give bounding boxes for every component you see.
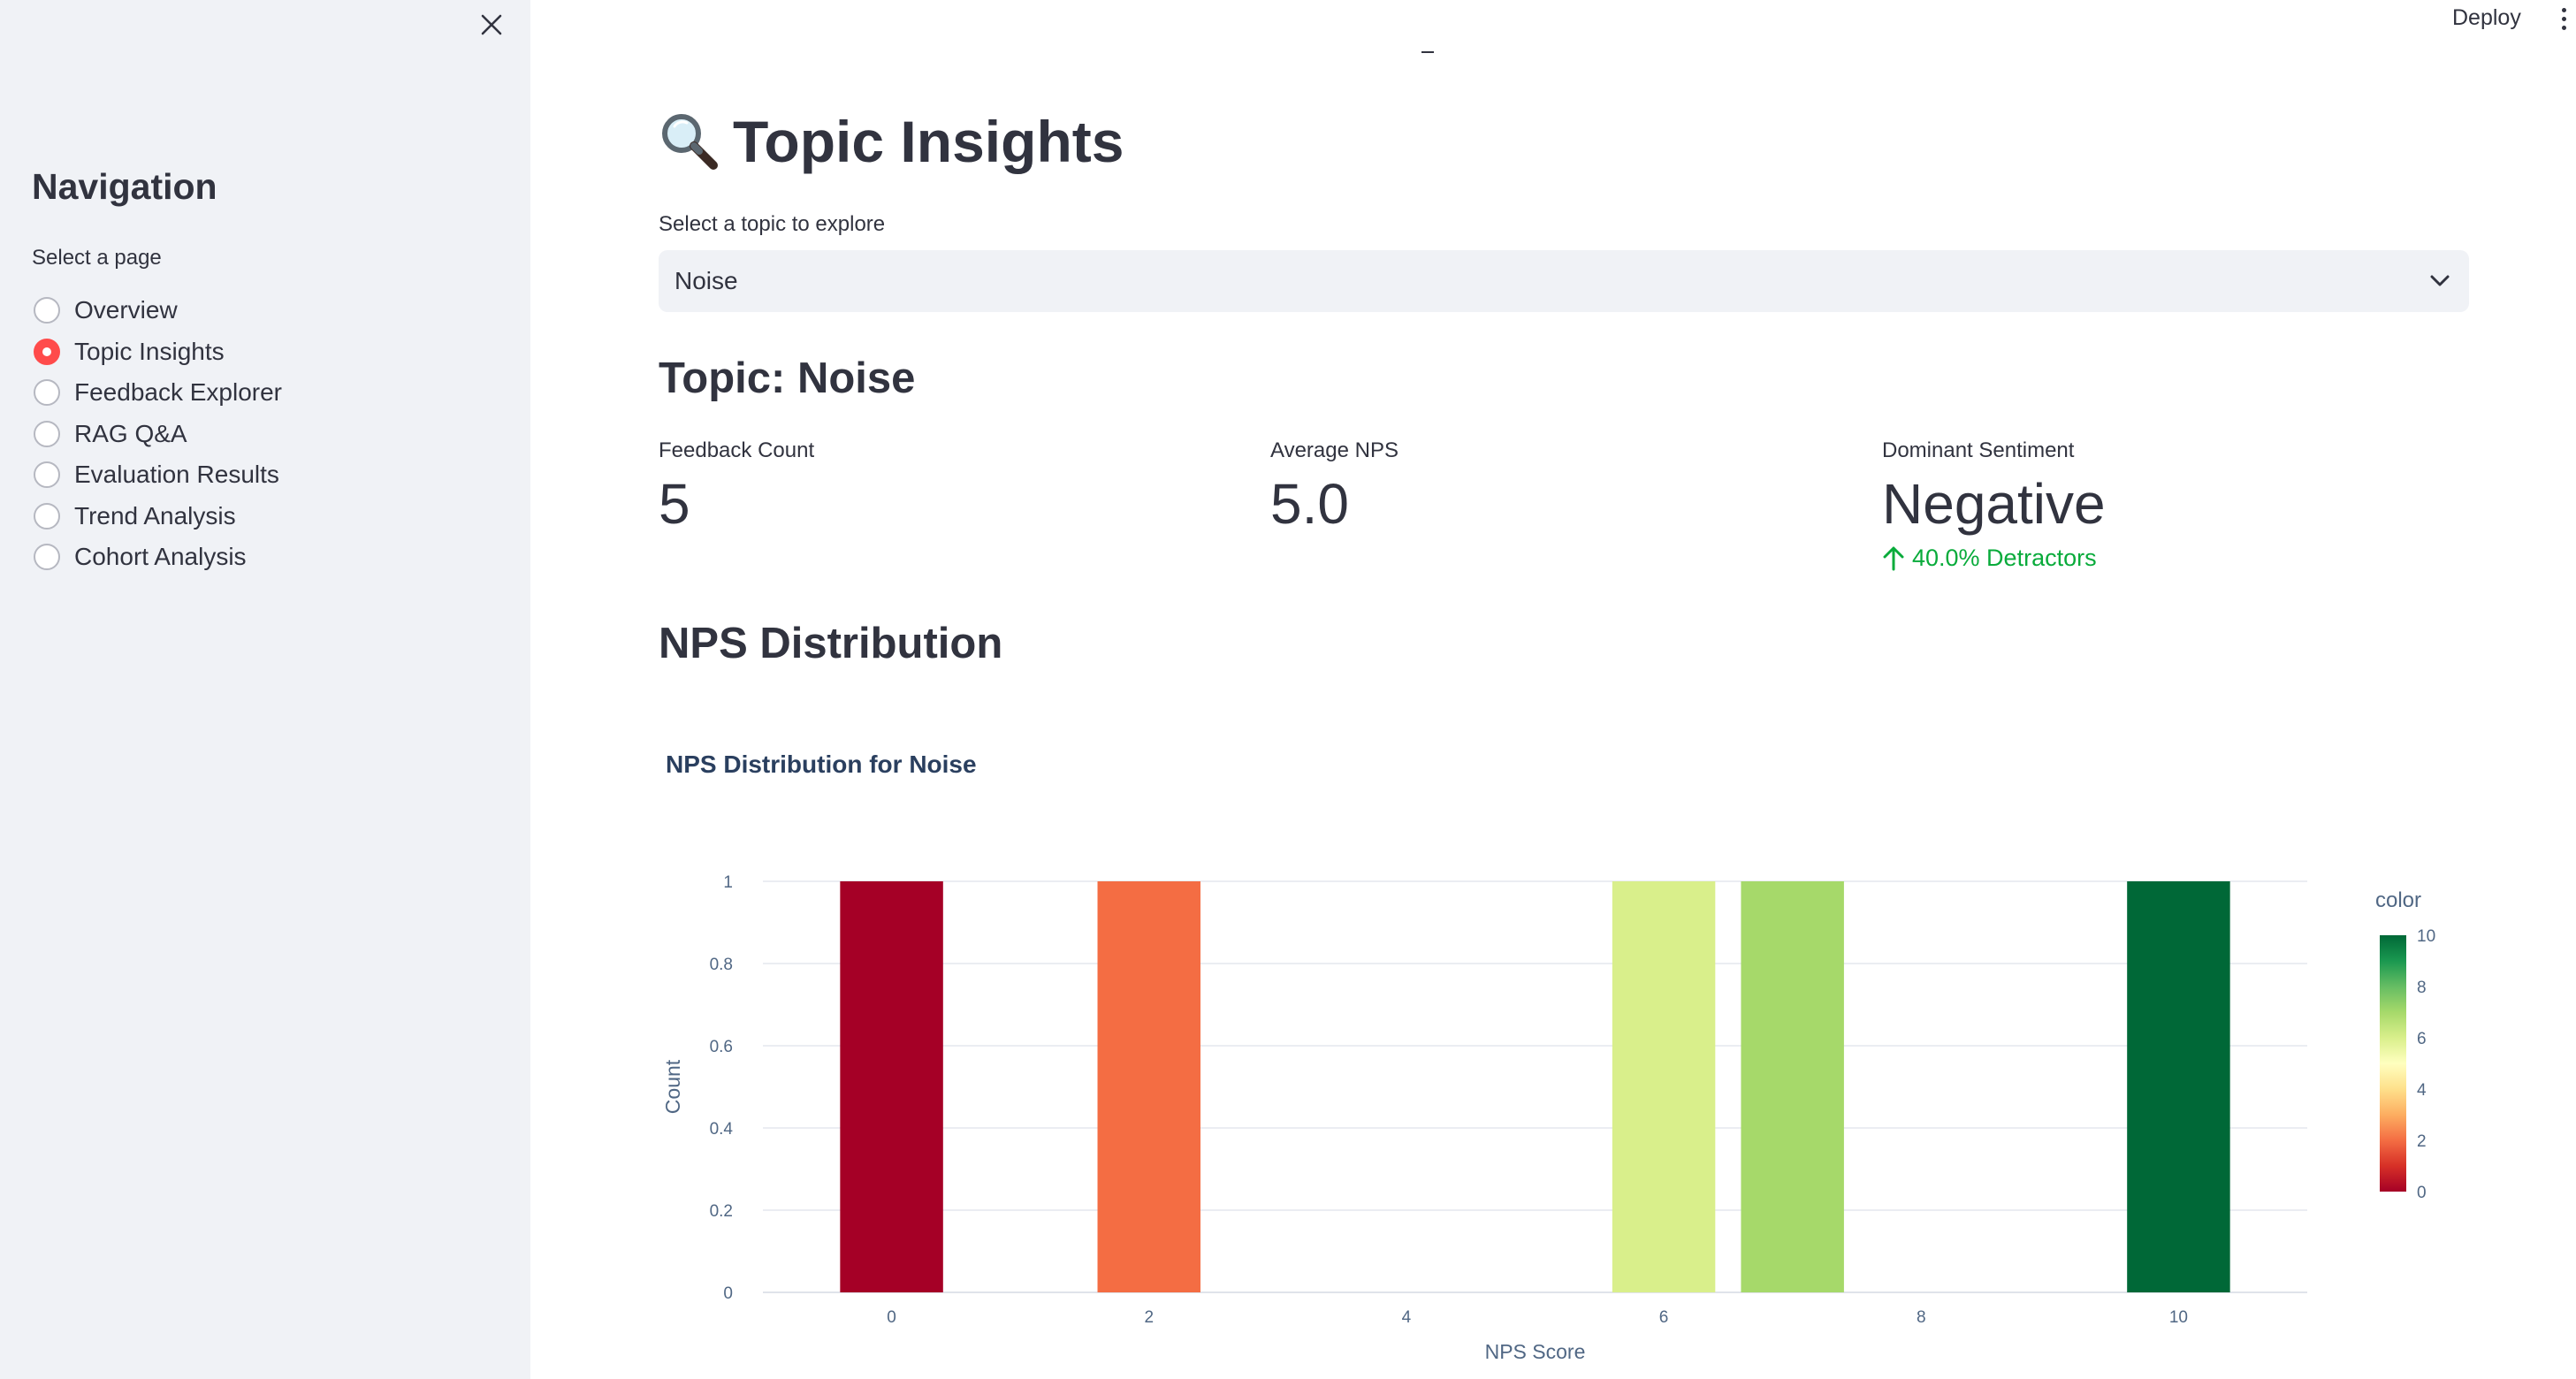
colorbar-title: color bbox=[2375, 888, 2421, 912]
y-tick-label: 0.2 bbox=[710, 1202, 733, 1221]
deploy-button[interactable]: Deploy bbox=[2447, 4, 2526, 33]
y-tick-label: 0.6 bbox=[710, 1038, 733, 1056]
nps-distribution-chart[interactable]: NPS Distribution for Noise 0 0.2 0.4 0.6 0.8 1… bbox=[659, 743, 2471, 1379]
topic-select-value: Noise bbox=[674, 267, 738, 294]
x-axis-label: NPS Score bbox=[1485, 1340, 1586, 1363]
chart-svg: NPS Distribution for Noise 0 0.2 0.4 0.6 0.8 1… bbox=[661, 750, 2435, 1363]
nav-radio-label: Trend Analysis bbox=[74, 501, 236, 530]
nav-radio-item[interactable]: Trend Analysis bbox=[34, 496, 282, 537]
colorbar-tick-label: 8 bbox=[2417, 979, 2427, 997]
bar-nps-7 bbox=[1741, 881, 1844, 1292]
nav-radio-item[interactable]: Cohort Analysis bbox=[34, 537, 282, 578]
colorbar-tick-label: 2 bbox=[2417, 1132, 2427, 1151]
y-tick-label: 0.8 bbox=[710, 956, 733, 974]
radio-unchecked-icon[interactable] bbox=[34, 502, 60, 530]
topic-heading: Topic: Noise bbox=[659, 354, 916, 402]
nav-radio-label: Topic Insights bbox=[74, 337, 225, 365]
colorbar-tick-label: 0 bbox=[2417, 1184, 2427, 1202]
bar-nps-10 bbox=[2127, 881, 2230, 1292]
metric-label: Average NPS bbox=[1270, 438, 1399, 462]
topic-select[interactable]: Noise bbox=[659, 250, 2469, 312]
x-tick-label: 6 bbox=[1659, 1308, 1669, 1327]
x-tick-label: 4 bbox=[1402, 1308, 1412, 1327]
nav-radio-label: Cohort Analysis bbox=[74, 543, 247, 571]
nav-radio-label: Overview bbox=[74, 296, 178, 324]
metric-value: 5 bbox=[659, 472, 690, 536]
nav-radio-item[interactable]: Feedback Explorer bbox=[34, 372, 282, 414]
sidebar-title: Navigation bbox=[32, 166, 217, 207]
metric-delta: 40.0% Detractors bbox=[1882, 545, 2106, 572]
metric-dominant-sentiment: Dominant Sentiment Negative 40.0% Detrac… bbox=[1882, 438, 2106, 572]
radio-unchecked-icon[interactable] bbox=[34, 420, 60, 447]
chevron-down-icon bbox=[2427, 268, 2453, 294]
main-menu-button[interactable] bbox=[2557, 5, 2571, 32]
page-title: Topic Insights bbox=[659, 108, 1124, 175]
y-tick-label: 0 bbox=[723, 1284, 733, 1303]
close-icon bbox=[481, 14, 502, 35]
metric-average-nps: Average NPS 5.0 bbox=[1270, 438, 1399, 532]
radio-unchecked-icon[interactable] bbox=[34, 297, 60, 324]
page-radio-group: Overview Topic Insights Feedback Explorer R… bbox=[34, 290, 282, 578]
top-dash-marker bbox=[1421, 51, 1434, 53]
magnifying-glass-icon bbox=[659, 110, 720, 172]
nav-radio-item[interactable]: Evaluation Results bbox=[34, 454, 282, 496]
page-title-text: Topic Insights bbox=[733, 109, 1124, 174]
y-axis-label: Count bbox=[661, 1059, 684, 1114]
colorbar bbox=[2380, 935, 2406, 1192]
sidebar: Navigation Select a page Overview Topic I… bbox=[0, 0, 530, 1379]
x-tick-label: 10 bbox=[2169, 1308, 2188, 1327]
nav-radio-label: Evaluation Results bbox=[74, 461, 279, 489]
metric-value: 5.0 bbox=[1270, 472, 1349, 536]
topic-select-label: Select a topic to explore bbox=[659, 212, 886, 236]
more-vertical-icon bbox=[2561, 7, 2566, 12]
x-tick-label: 0 bbox=[887, 1308, 896, 1327]
section-heading: NPS Distribution bbox=[659, 620, 1003, 667]
nav-radio-label: RAG Q&A bbox=[74, 419, 187, 447]
more-vertical-icon-dot bbox=[2561, 16, 2566, 21]
close-sidebar-button[interactable] bbox=[472, 5, 511, 44]
colorbar-tick-label: 10 bbox=[2417, 927, 2435, 946]
colorbar-tick-label: 4 bbox=[2417, 1081, 2427, 1100]
metric-label: Feedback Count bbox=[659, 438, 815, 462]
bar-nps-2 bbox=[1097, 881, 1200, 1292]
radio-unchecked-icon[interactable] bbox=[34, 461, 60, 489]
nav-radio-item[interactable]: Overview bbox=[34, 290, 282, 331]
arrow-up-icon bbox=[1883, 546, 1904, 570]
x-tick-label: 2 bbox=[1144, 1308, 1154, 1327]
nav-radio-item[interactable]: RAG Q&A bbox=[34, 414, 282, 455]
chart-title: NPS Distribution for Noise bbox=[666, 750, 977, 778]
bar-nps-0 bbox=[840, 881, 943, 1292]
x-tick-label: 8 bbox=[1917, 1308, 1926, 1327]
nav-radio-item[interactable]: Topic Insights bbox=[34, 331, 282, 373]
metric-delta-text: 40.0% Detractors bbox=[1912, 545, 2097, 571]
colorbar-tick-label: 6 bbox=[2417, 1030, 2427, 1048]
bar-nps-6 bbox=[1612, 881, 1716, 1292]
radio-unchecked-icon[interactable] bbox=[34, 379, 60, 407]
nav-radio-label: Feedback Explorer bbox=[74, 378, 283, 407]
radio-unchecked-icon[interactable] bbox=[34, 544, 60, 571]
y-tick-label: 1 bbox=[723, 873, 733, 892]
metric-value: Negative bbox=[1882, 472, 2106, 536]
page-select-label: Select a page bbox=[32, 246, 162, 270]
y-tick-label: 0.4 bbox=[710, 1120, 734, 1139]
radio-checked-icon[interactable] bbox=[34, 338, 60, 365]
more-vertical-icon-dot bbox=[2561, 25, 2566, 30]
metric-label: Dominant Sentiment bbox=[1882, 438, 2075, 462]
metric-feedback-count: Feedback Count 5 bbox=[659, 438, 814, 532]
